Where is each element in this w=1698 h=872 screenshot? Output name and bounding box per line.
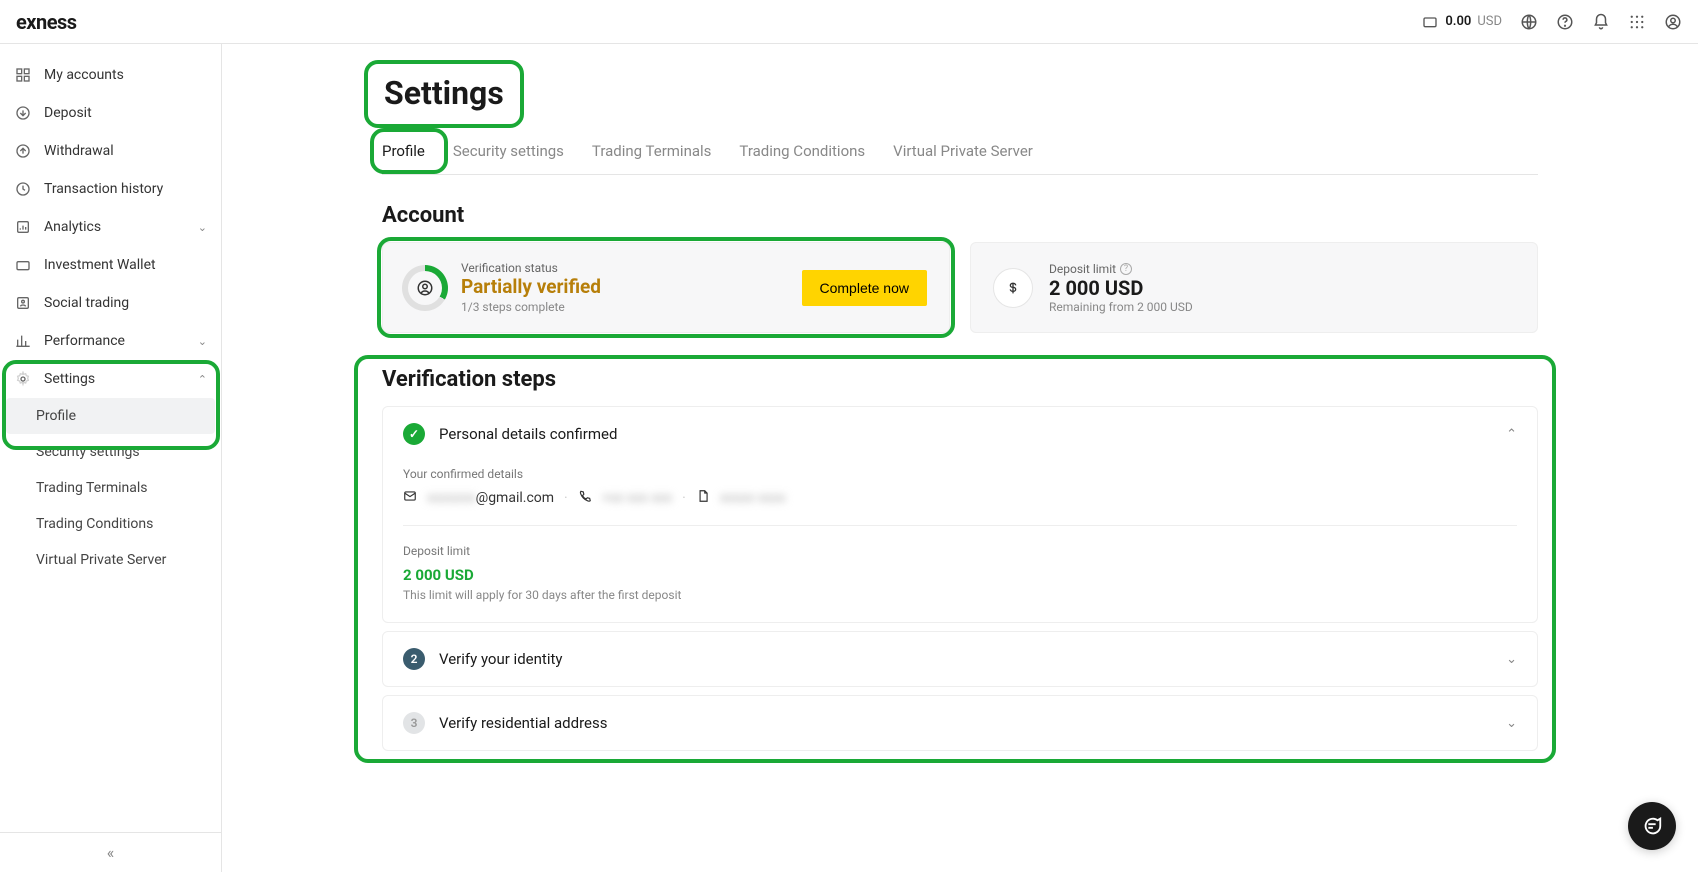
chevron-down-icon: ⌄ [1506,716,1517,731]
chat-button[interactable] [1628,802,1676,850]
limit-label: Deposit limit ? [1049,262,1193,276]
status-value: Partially verified [461,275,601,298]
sidebar-label: Analytics [44,219,101,235]
social-icon [14,294,32,312]
status-label: Verification status [461,261,601,275]
sidebar: My accounts Deposit Withdrawal Transacti… [0,44,222,872]
verification-status-card: Verification status Partially verified 1… [382,242,950,333]
sidebar-sub-terminals[interactable]: Trading Terminals [0,470,221,506]
step-head-1[interactable]: ✓ Personal details confirmed ⌃ [383,407,1537,461]
withdraw-icon [14,142,32,160]
deposit-limit-value: 2 000 USD [403,566,1517,584]
tabs: Profile Security settings Trading Termin… [382,134,1538,175]
limit-value: 2 000 USD [1049,276,1193,300]
help-icon[interactable] [1556,13,1574,31]
sidebar-label: Social trading [44,295,129,311]
top-header: exness 0.00 USD [0,0,1698,44]
sidebar-item-my-accounts[interactable]: My accounts [0,56,221,94]
user-icon[interactable] [1664,13,1682,31]
sidebar-sub-conditions[interactable]: Trading Conditions [0,506,221,542]
collapse-sidebar-button[interactable]: « [0,832,221,872]
confirmed-details-label: Your confirmed details [403,467,1517,481]
wallet-icon [1421,13,1439,31]
step-number-badge: 2 [403,648,425,670]
globe-icon[interactable] [1520,13,1538,31]
step-head-3[interactable]: 3 Verify residential address ⌄ [383,696,1537,750]
status-sub: 1/3 steps complete [461,300,601,314]
email-redacted: xxxxxxx [427,490,476,506]
check-icon: ✓ [403,423,425,445]
sidebar-label: Investment Wallet [44,257,156,273]
doc-redacted: xxxxx xxxx [720,490,786,506]
step-number-badge: 3 [403,712,425,734]
bell-icon[interactable] [1592,13,1610,31]
step-1-title: Personal details confirmed [439,425,617,443]
analytics-icon [14,218,32,236]
performance-icon [14,332,32,350]
accounts-icon [14,66,32,84]
step-personal-details: ✓ Personal details confirmed ⌃ Your conf… [382,406,1538,623]
mail-icon [403,489,417,507]
sidebar-label: Settings [44,371,95,387]
tab-terminals[interactable]: Trading Terminals [592,134,712,174]
history-icon [14,180,32,198]
deposit-limit-card: Deposit limit ? 2 000 USD Remaining from… [970,242,1538,333]
page-title: Settings [382,74,506,112]
document-icon [696,489,710,507]
sidebar-item-performance[interactable]: Performance ⌄ [0,322,221,360]
balance-currency: USD [1477,14,1502,29]
sidebar-item-deposit[interactable]: Deposit [0,94,221,132]
chevron-down-icon: ⌄ [198,335,207,348]
tab-vps[interactable]: Virtual Private Server [893,134,1033,174]
sidebar-item-withdrawal[interactable]: Withdrawal [0,132,221,170]
wallet-icon [14,256,32,274]
sidebar-item-social-trading[interactable]: Social trading [0,284,221,322]
chevron-up-icon: ⌃ [198,373,207,386]
sidebar-sub-security[interactable]: Security settings [0,434,221,470]
dollar-icon [993,268,1033,308]
settings-icon [14,370,32,388]
apps-icon[interactable] [1628,13,1646,31]
email-suffix: @gmail.com [476,490,554,506]
sidebar-label: Performance [44,333,125,349]
sidebar-sub-vps[interactable]: Virtual Private Server [0,542,221,578]
sidebar-label: Deposit [44,105,92,121]
sidebar-item-investment-wallet[interactable]: Investment Wallet [0,246,221,284]
sidebar-item-settings[interactable]: Settings ⌃ [0,360,221,398]
step-head-2[interactable]: 2 Verify your identity ⌄ [383,632,1537,686]
step-verify-address: 3 Verify residential address ⌄ [382,695,1538,751]
verification-section-title: Verification steps [382,367,1538,392]
logo: exness [16,10,77,34]
info-icon[interactable]: ? [1120,263,1132,275]
step-3-title: Verify residential address [439,714,607,732]
chevron-up-icon: ⌃ [1506,427,1517,442]
complete-now-button[interactable]: Complete now [802,270,928,306]
status-progress-icon [405,268,445,308]
sidebar-label: Transaction history [44,181,163,197]
tab-profile[interactable]: Profile [382,134,425,174]
balance-display[interactable]: 0.00 USD [1421,13,1502,31]
account-section-title: Account [382,203,1538,228]
balance-amount: 0.00 [1445,14,1471,29]
deposit-limit-note: This limit will apply for 30 days after … [403,588,1517,602]
step-verify-identity: 2 Verify your identity ⌄ [382,631,1538,687]
tab-security[interactable]: Security settings [453,134,564,174]
chevron-down-icon: ⌄ [198,221,207,234]
phone-icon [578,489,592,507]
chevron-down-icon: ⌄ [1506,652,1517,667]
limit-sub: Remaining from 2 000 USD [1049,300,1193,314]
sidebar-label: Withdrawal [44,143,114,159]
sidebar-label: My accounts [44,67,124,83]
sidebar-item-transaction-history[interactable]: Transaction history [0,170,221,208]
deposit-limit-label: Deposit limit [403,544,1517,558]
sidebar-item-analytics[interactable]: Analytics ⌄ [0,208,221,246]
deposit-icon [14,104,32,122]
sidebar-sub-profile[interactable]: Profile [6,398,215,434]
main-content: Settings Profile Security settings Tradi… [222,44,1698,872]
tab-conditions[interactable]: Trading Conditions [739,134,865,174]
step-2-title: Verify your identity [439,650,562,668]
phone-redacted: +xx xxx xxx [602,490,672,506]
